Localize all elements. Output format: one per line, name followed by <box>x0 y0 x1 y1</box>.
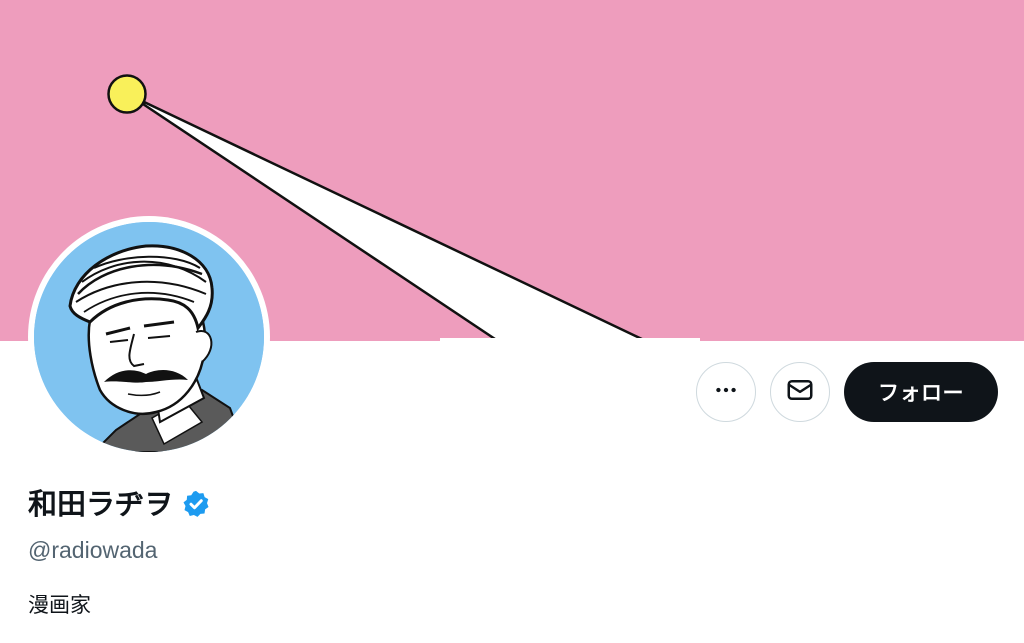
message-button[interactable] <box>770 362 830 422</box>
profile-bio: 漫画家 <box>28 593 91 617</box>
profile-handle: @radiowada <box>28 537 158 563</box>
avatar-image <box>34 222 264 452</box>
more-horizontal-icon <box>713 377 739 407</box>
envelope-icon <box>785 375 815 409</box>
verified-badge-icon[interactable] <box>181 489 211 519</box>
profile-page: フォロー 和田ラヂヲ @radiowada 漫画家 <box>0 0 1024 643</box>
more-button[interactable] <box>696 362 756 422</box>
profile-name-row: 和田ラヂヲ <box>28 484 211 524</box>
profile-avatar[interactable] <box>28 216 270 458</box>
display-name: 和田ラヂヲ <box>28 487 174 521</box>
follow-button[interactable]: フォロー <box>844 362 998 422</box>
profile-actions: フォロー <box>696 362 998 422</box>
